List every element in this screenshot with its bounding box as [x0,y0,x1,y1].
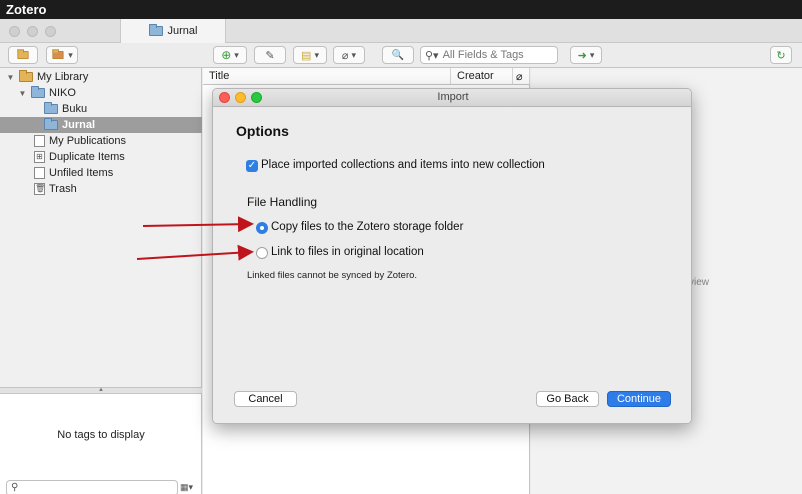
menu-bar: Zotero [0,0,802,19]
tag-selector: No tags to display ⚲ ▦▾ [0,394,202,494]
sidebar-item-label: Trash [49,183,77,195]
tag-actions-icon[interactable]: ▦▾ [180,482,193,493]
sidebar-item-label: My Library [37,71,89,83]
close-window-icon[interactable] [9,26,20,37]
chevron-down-icon: ▾ [589,49,595,60]
plus-icon: ⊕ [221,48,232,62]
folder-icon [148,24,163,36]
column-header-attachments[interactable]: ⌀ [513,68,530,85]
sidebar-item-my-library[interactable]: ▼ My Library [0,69,202,85]
sidebar-item-label: Buku [62,103,88,115]
chevron-down-icon: ▾ [351,49,357,60]
go-back-button[interactable]: Go Back [536,391,599,407]
sidebar-item-label: Unfiled Items [49,167,114,179]
chevron-down-icon: ▾ [314,49,319,60]
new-item-button[interactable]: ⊕ ▾ [213,46,247,64]
trash-icon: 🗑 [34,183,46,195]
sidebar-item-my-publications[interactable]: My Publications [0,133,202,149]
library-folder-icon [52,49,64,59]
minimize-window-icon[interactable] [27,26,38,37]
close-dialog-icon[interactable] [219,92,230,103]
magic-wand-icon: ✎ [265,49,275,62]
link-files-radio[interactable] [256,247,268,259]
chevron-down-icon: ▾ [68,49,73,60]
new-collection-icon [17,49,29,59]
sync-button[interactable]: ↻ [770,46,792,64]
sidebar-item-label: Jurnal [62,119,96,131]
unfiled-icon [34,167,45,179]
folder-icon [44,118,58,130]
new-collection-label[interactable]: Place imported collections and items int… [261,159,545,171]
arrow-right-icon: ➜ [577,49,587,62]
locate-button[interactable]: ➜ ▾ [570,46,602,64]
copy-files-label[interactable]: Copy files to the Zotero storage folder [271,221,463,233]
item-pane-message: view [689,277,710,288]
import-dialog: Import Options ✓ Place imported collecti… [212,88,692,424]
search-field[interactable]: ⚲▾ All Fields & Tags [420,46,558,64]
library-icon [19,70,33,82]
sync-note: Linked files cannot be synced by Zotero. [247,270,418,281]
tag-search-input[interactable]: ⚲ [6,480,178,494]
paperclip-icon: ⌀ [341,49,349,62]
column-header-creator[interactable]: Creator [451,68,513,85]
copy-files-radio[interactable] [256,222,268,234]
folder-icon [31,86,45,98]
sidebar-item-duplicate-items[interactable]: ⊞ Duplicate Items [0,149,202,165]
sidebar-item-label: Duplicate Items [49,151,125,163]
document-icon [34,135,45,147]
advanced-search-button[interactable]: 🔍 [382,46,414,64]
sidebar-item-buku[interactable]: Buku [0,101,202,117]
zoom-dialog-icon[interactable] [251,92,262,103]
library-menu-button[interactable]: ▾ [46,46,78,64]
chevron-down-icon: ▾ [234,49,239,60]
sidebar-item-niko[interactable]: ▼ NIKO [0,85,202,101]
continue-button[interactable]: Continue [607,391,671,407]
sidebar-item-trash[interactable]: 🗑 Trash [0,181,202,197]
app-name: Zotero [6,2,47,17]
folder-icon [44,102,58,114]
column-label: Title [209,70,230,82]
dialog-body: Options ✓ Place imported collections and… [213,107,691,423]
tab-label: Jurnal [167,25,198,37]
dialog-title: Import [437,91,469,103]
no-tags-message: No tags to display [57,429,145,441]
zoom-window-icon[interactable] [45,26,56,37]
tab-jurnal[interactable]: Jurnal [120,19,226,43]
magnifier-icon: 🔍 [391,49,405,61]
options-heading: Options [236,123,289,139]
add-by-identifier-button[interactable]: ✎ [254,46,286,64]
new-collection-checkbox[interactable]: ✓ [246,160,258,172]
dialog-titlebar: Import [213,89,691,107]
column-label: Creator [457,70,494,82]
cancel-button[interactable]: Cancel [234,391,297,407]
duplicate-icon: ⊞ [34,151,45,163]
new-note-button[interactable]: ▤ ▾ [293,46,327,64]
file-handling-heading: File Handling [247,195,318,209]
add-attachment-button[interactable]: ⌀ ▾ [333,46,365,64]
search-icon: ⚲▾ [425,49,439,62]
minimize-dialog-icon[interactable] [235,92,246,103]
pane-splitter[interactable]: ▲ [0,387,202,394]
disclosure-open-icon[interactable]: ▼ [6,73,15,82]
collections-pane: ▼ My Library ▼ NIKO Buku Jurnal My Publi… [0,68,202,387]
search-icon: ⚲ [11,482,19,493]
column-header-title[interactable]: Title [203,68,451,85]
sidebar-item-label: NIKO [49,87,76,99]
sidebar-item-label: My Publications [49,135,127,147]
note-icon: ▤ [301,49,312,62]
toolbar: ▾ ⊕ ▾ ✎ ▤ ▾ ⌀ ▾ 🔍 ⚲▾ All Fields & Tags ➜ ▾ ↻ [0,43,802,68]
new-collection-button[interactable] [8,46,38,64]
link-files-label[interactable]: Link to files in original location [271,246,424,258]
disclosure-open-icon[interactable]: ▼ [18,89,27,98]
sidebar-item-jurnal[interactable]: Jurnal [0,117,202,133]
window-titlebar: Jurnal [0,19,802,43]
sidebar-item-unfiled-items[interactable]: Unfiled Items [0,165,202,181]
sync-icon: ↻ [776,49,786,62]
paperclip-icon: ⌀ [516,71,523,83]
search-placeholder: All Fields & Tags [442,49,524,61]
